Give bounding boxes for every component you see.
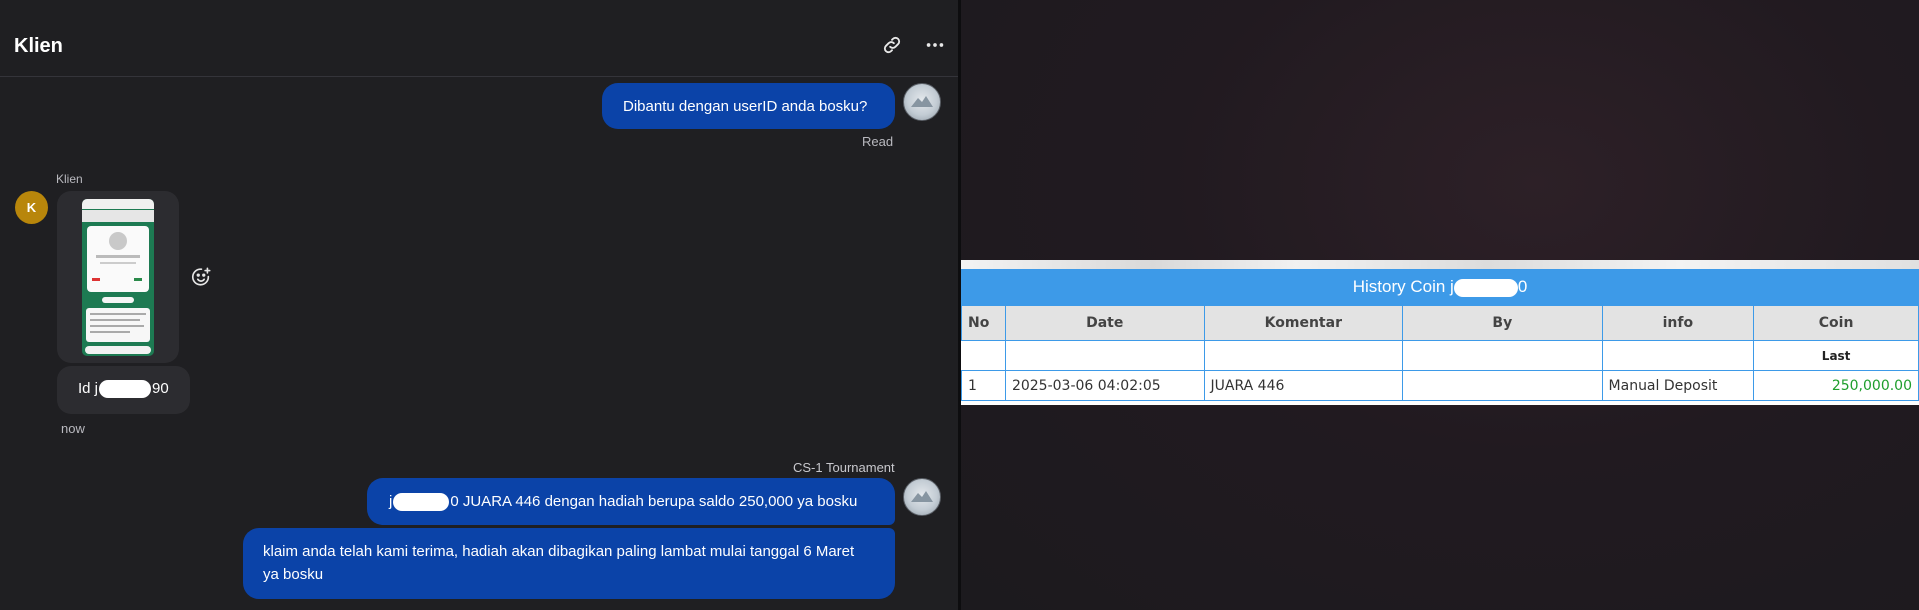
outgoing-message: klaim anda telah kami terima, hadiah aka…: [243, 528, 895, 599]
agent-name: CS-1 Tournament: [793, 460, 895, 475]
cell-coin: 250,000.00: [1753, 370, 1919, 401]
chat-title: Klien: [14, 35, 63, 57]
history-title-prefix: History Coin j: [1352, 277, 1454, 296]
history-table: No Date Komentar By info Coin Last 1 202…: [961, 305, 1919, 401]
cell-komentar: JUARA 446: [1203, 370, 1404, 401]
col-coin: Coin: [1753, 305, 1919, 341]
history-coin-panel: History Coin j 0 No Date Komentar By info…: [961, 260, 1919, 405]
cell-info: Manual Deposit: [1601, 370, 1755, 401]
message-text: klaim anda telah kami terima, hadiah aka…: [263, 543, 855, 583]
message-text-suffix: 90: [152, 380, 169, 397]
coin-sub-header: Last: [1753, 340, 1919, 371]
chat-panel: Klien Dibantu dengan userID anda bosku? …: [0, 0, 958, 610]
history-title-suffix: 0: [1517, 277, 1528, 296]
table-row: 1 2025-03-06 04:02:05 JUARA 446 Manual D…: [961, 370, 1919, 401]
message-text-prefix: Id j: [78, 380, 99, 397]
redaction-mark: [99, 380, 152, 399]
cell-date: 2025-03-06 04:02:05: [1004, 370, 1205, 401]
col-by: By: [1402, 305, 1603, 341]
message-text: Dibantu dengan userID anda bosku?: [623, 98, 868, 115]
client-avatar: K: [15, 191, 48, 224]
message-text-prefix: j: [389, 493, 393, 510]
add-reaction-icon[interactable]: [190, 266, 212, 288]
col-date: Date: [1004, 305, 1205, 341]
more-options-icon[interactable]: [924, 34, 946, 56]
outgoing-message: Dibantu dengan userID anda bosku?: [602, 83, 895, 129]
cell-by: [1402, 370, 1603, 401]
agent-avatar: [903, 478, 941, 516]
message-time: now: [61, 421, 85, 436]
message-text-suffix: 0 JUARA 446 dengan hadiah berupa saldo 2…: [450, 493, 858, 510]
screenshot-thumbnail[interactable]: [82, 199, 154, 356]
incoming-message: Id j 90: [57, 366, 190, 414]
col-komentar: Komentar: [1203, 305, 1404, 341]
agent-avatar: [903, 83, 941, 121]
read-status: Read: [862, 134, 894, 149]
chat-header: Klien: [0, 0, 958, 77]
redaction-mark: [1453, 278, 1518, 297]
col-info: info: [1601, 305, 1755, 341]
link-icon[interactable]: [881, 34, 903, 56]
history-title: History Coin j 0: [961, 269, 1919, 305]
image-message[interactable]: [57, 191, 179, 363]
panel-top-strip: [961, 260, 1919, 269]
sender-name: Klien: [56, 172, 83, 186]
outgoing-message: j 0 JUARA 446 dengan hadiah berupa saldo …: [367, 478, 895, 525]
cell-no: 1: [961, 370, 1006, 401]
col-no: No: [961, 305, 1006, 341]
redaction-mark: [393, 493, 450, 512]
